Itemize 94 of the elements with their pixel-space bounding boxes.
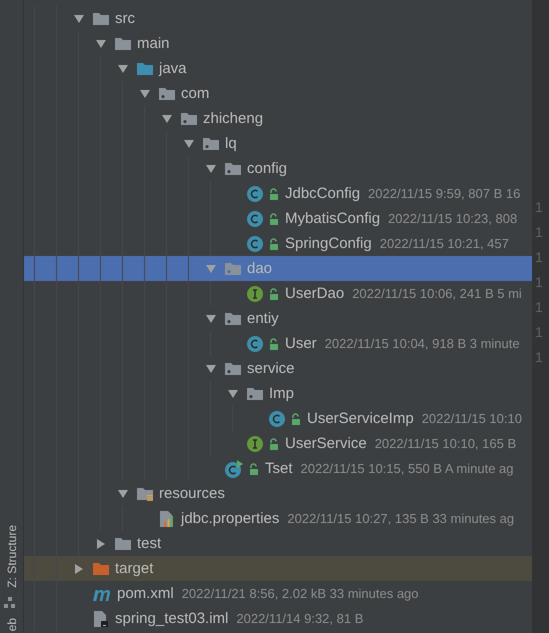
file-info: 2022/11/15 10:21, 457 xyxy=(380,236,509,251)
file-info: 2022/11/15 10:15, 550 B A minute ag xyxy=(300,461,514,476)
interface-icon xyxy=(246,434,264,452)
expanded-arrow-icon[interactable] xyxy=(74,14,84,24)
file-name: main xyxy=(137,35,170,52)
tree-row[interactable]: SpringConfig 2022/11/15 10:21, 457 xyxy=(24,231,532,256)
file-name: src xyxy=(115,10,135,27)
tree-row[interactable]: pom.xml 2022/11/21 8:56, 2.02 kB 33 minutes ago xyxy=(24,581,532,606)
file-info: 2022/11/15 9:59, 807 B 16 xyxy=(368,186,520,201)
file-info: 2022/11/15 10:06, 241 B 5 mi xyxy=(352,286,522,301)
expanded-arrow-icon[interactable] xyxy=(140,88,150,98)
file-name: dao xyxy=(247,260,272,277)
class-icon xyxy=(246,334,264,352)
interface-icon xyxy=(246,284,264,302)
file-name: target xyxy=(115,560,154,577)
expanded-arrow-icon[interactable] xyxy=(228,388,238,398)
class-icon xyxy=(246,234,264,252)
file-name: UserService xyxy=(285,435,367,452)
structure-tool-tab[interactable]: Z: Structure xyxy=(4,524,18,588)
class-icon xyxy=(246,210,264,228)
tree-row[interactable]: jdbc.properties 2022/11/15 10:27, 135 B 33 minutes ag xyxy=(24,506,532,531)
file-name: UserDao xyxy=(285,285,344,302)
file-name: zhicheng xyxy=(203,110,264,127)
module-file-icon xyxy=(92,610,110,628)
file-name: com xyxy=(181,85,210,102)
tree-row[interactable]: MybatisConfig 2022/11/15 10:23, 808 xyxy=(24,206,532,231)
file-name: JdbcConfig xyxy=(285,185,360,202)
tree-row[interactable]: lq xyxy=(24,131,532,156)
tree-row[interactable]: JdbcConfig 2022/11/15 9:59, 807 B 16 xyxy=(24,181,532,206)
tree-row[interactable]: resources xyxy=(24,481,532,506)
file-name: SpringConfig xyxy=(285,235,372,252)
lock-icon xyxy=(268,438,280,450)
tree-row[interactable]: UserDao 2022/11/15 10:06, 241 B 5 mi xyxy=(24,281,532,306)
expanded-arrow-icon[interactable] xyxy=(162,114,172,124)
tree-row[interactable]: main xyxy=(24,31,532,56)
file-name: service xyxy=(247,360,295,377)
file-name: lq xyxy=(225,135,237,152)
expanded-arrow-icon[interactable] xyxy=(118,488,128,498)
lock-icon xyxy=(268,188,280,200)
file-name: java xyxy=(159,60,187,77)
tree-row[interactable]: UserService 2022/11/15 10:10, 165 B xyxy=(24,431,532,456)
file-name: Imp xyxy=(269,385,294,402)
lock-icon xyxy=(268,212,280,224)
file-info: 2022/11/14 9:32, 81 B xyxy=(236,611,364,626)
lock-icon xyxy=(268,238,280,250)
expanded-arrow-icon[interactable] xyxy=(206,314,216,324)
file-name: MybatisConfig xyxy=(285,210,380,227)
file-name: spring_test03.iml xyxy=(115,610,228,627)
expanded-arrow-icon[interactable] xyxy=(206,164,216,174)
file-info: 2022/11/15 10:23, 808 xyxy=(388,211,518,226)
file-name: UserServiceImp xyxy=(307,410,414,427)
tree-row[interactable]: com xyxy=(24,81,532,106)
file-name: jdbc.properties xyxy=(181,510,280,527)
file-name: resources xyxy=(159,485,225,502)
tree-row[interactable]: service xyxy=(24,356,532,381)
tree-row[interactable]: UserServiceImp 2022/11/15 10:10 xyxy=(24,406,532,431)
tree-row[interactable]: test xyxy=(24,531,532,556)
file-name: pom.xml xyxy=(117,585,174,602)
tree-row[interactable]: config xyxy=(24,156,532,181)
tree-row[interactable]: Imp xyxy=(24,381,532,406)
expanded-arrow-icon[interactable] xyxy=(96,38,106,48)
lock-icon xyxy=(268,288,280,300)
file-name: test xyxy=(137,535,162,552)
file-info: 2022/11/15 10:10 xyxy=(422,411,522,426)
class-icon xyxy=(246,184,264,202)
file-info: 2022/11/15 10:04, 918 B 3 minute xyxy=(324,336,520,351)
file-info: 2022/11/15 10:27, 135 B 33 minutes ag xyxy=(287,511,514,526)
tree-row[interactable]: java xyxy=(24,56,532,81)
tree-row[interactable]: entiy xyxy=(24,306,532,331)
expanded-arrow-icon[interactable] xyxy=(206,364,216,374)
tree-row[interactable]: target xyxy=(24,556,532,581)
expanded-arrow-icon[interactable] xyxy=(184,138,194,148)
properties-file-icon xyxy=(158,510,176,528)
file-info: 2022/11/21 8:56, 2.02 kB 33 minutes ago xyxy=(182,586,419,601)
lock-icon xyxy=(290,412,302,424)
lock-icon xyxy=(268,338,280,350)
file-info: 2022/11/15 10:10, 165 B xyxy=(374,436,516,451)
web-tool-tab[interactable]: eb xyxy=(4,618,18,631)
tree-row[interactable]: User 2022/11/15 10:04, 918 B 3 minute xyxy=(24,331,532,356)
collapsed-arrow-icon[interactable] xyxy=(74,564,84,574)
tree-row[interactable]: src xyxy=(24,6,532,31)
tree-row[interactable]: Tset 2022/11/15 10:15, 550 B A minute ag xyxy=(24,456,532,481)
tree-row[interactable]: zhicheng xyxy=(24,106,532,131)
file-name: User xyxy=(285,335,317,352)
lock-icon xyxy=(248,462,260,474)
collapsed-arrow-icon[interactable] xyxy=(96,538,106,548)
expanded-arrow-icon[interactable] xyxy=(118,64,128,74)
runnable-class-icon xyxy=(224,458,244,478)
file-name: entiy xyxy=(247,310,279,327)
file-name: config xyxy=(247,160,288,177)
tree-row[interactable]: spring_test03.iml 2022/11/14 9:32, 81 B xyxy=(24,606,532,631)
class-icon xyxy=(268,410,286,428)
structure-icon xyxy=(2,596,16,610)
file-name: Tset xyxy=(265,460,293,477)
